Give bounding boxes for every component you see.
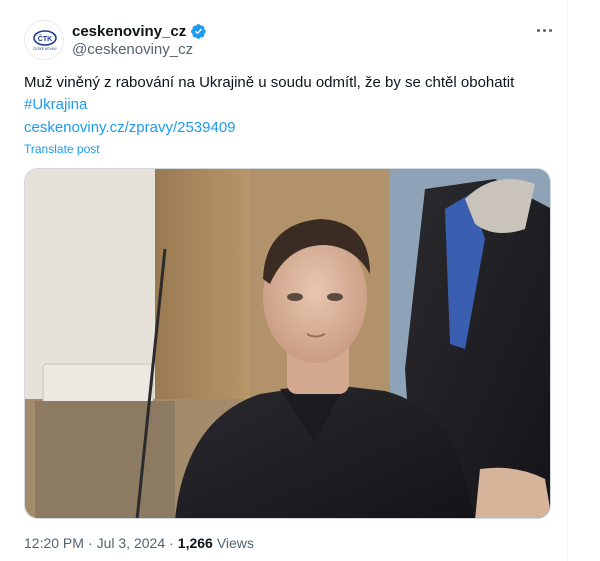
hashtag-link[interactable]: #Ukrajina — [24, 95, 87, 115]
verified-badge-icon — [191, 23, 207, 39]
views-count: 1,266 — [177, 535, 213, 551]
views-label: Views — [216, 535, 254, 551]
svg-text:ČTK: ČTK — [38, 34, 52, 43]
post-date[interactable]: Jul 3, 2024 — [97, 535, 166, 551]
more-icon-dot — [536, 28, 540, 32]
translate-post-button[interactable]: Translate post — [24, 142, 100, 156]
right-column — [569, 0, 600, 561]
more-icon-dot — [548, 28, 552, 32]
photo-image — [25, 169, 550, 518]
post-text: Muž viněný z rabování na Ukrajině u soud… — [24, 74, 515, 91]
more-button[interactable] — [530, 20, 558, 40]
avatar[interactable]: ČTK ČESKÉ NOVINY — [24, 20, 64, 60]
post-photo[interactable] — [24, 168, 551, 519]
article-link[interactable]: ceskenoviny.cz/zpravy/2539409 — [24, 118, 236, 138]
author-display-name[interactable]: ceskenoviny_cz — [72, 23, 186, 40]
post-meta: 12:20 PM · Jul 3, 2024 · 1,266 Views — [24, 535, 254, 551]
post-time[interactable]: 12:20 PM — [24, 535, 84, 551]
author-handle[interactable]: @ceskenoviny_cz — [72, 41, 193, 58]
more-icon-dot — [542, 28, 546, 32]
meta-separator: · — [87, 535, 93, 551]
svg-text:ČESKÉ NOVINY: ČESKÉ NOVINY — [33, 46, 58, 51]
post-card: ČTK ČESKÉ NOVINY ceskenoviny_cz @ceskeno… — [0, 0, 568, 561]
author-name-row: ceskenoviny_cz — [72, 21, 207, 41]
meta-separator: · — [169, 535, 174, 551]
ctk-logo-icon: ČTK ČESKÉ NOVINY — [25, 21, 63, 59]
